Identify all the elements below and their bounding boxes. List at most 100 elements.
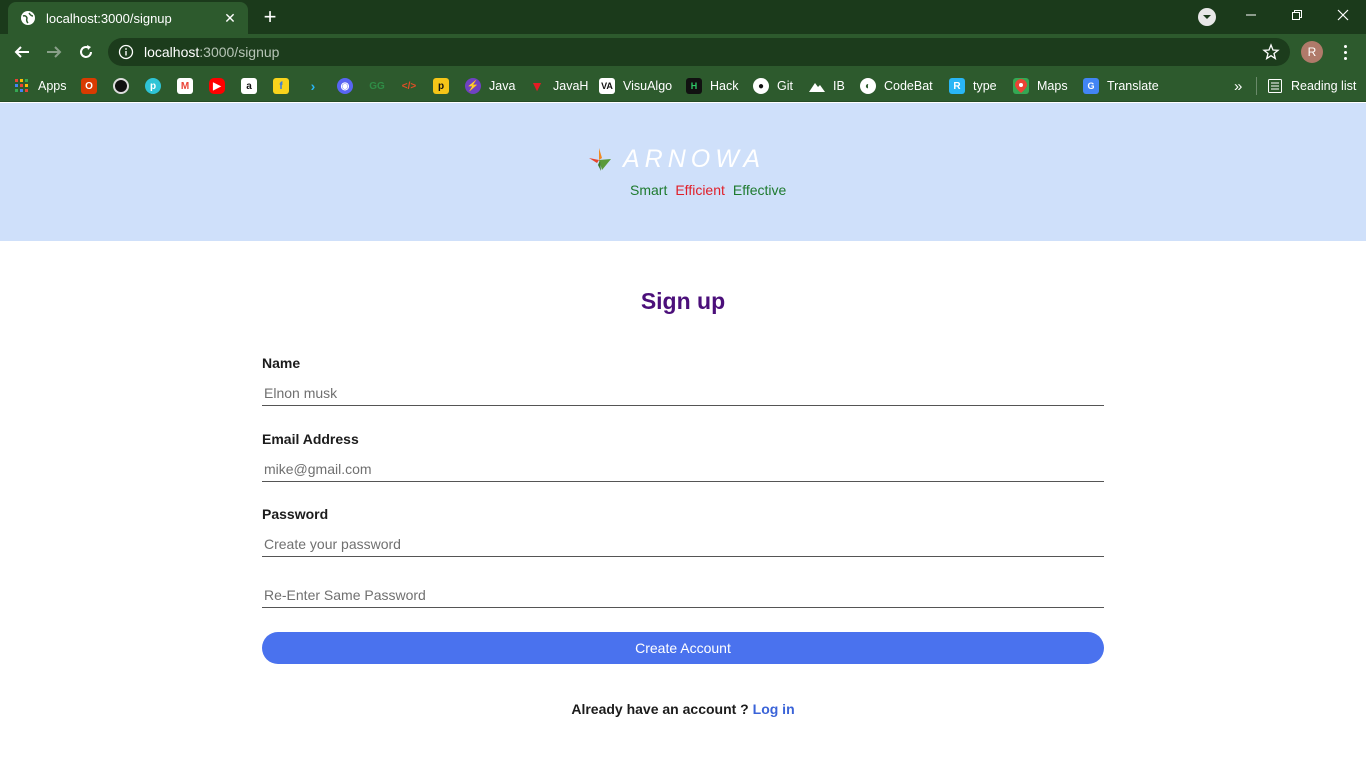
bookmark-tp-link[interactable]: p	[145, 75, 161, 97]
gmail-icon: M	[177, 78, 193, 94]
bookmark-flipkart[interactable]: f	[273, 75, 289, 97]
globe-icon	[20, 10, 36, 26]
bookmark-amazon[interactable]: a	[241, 75, 257, 97]
arnowa-logo-icon	[589, 148, 611, 171]
email-label: Email Address	[262, 431, 359, 447]
forward-arrow-icon[interactable]	[42, 40, 66, 64]
bookmark-label: type	[973, 79, 997, 93]
url-text: localhost:3000/signup	[144, 44, 279, 60]
bookmark-office[interactable]: O	[81, 75, 97, 97]
email-input[interactable]	[262, 456, 1104, 482]
bookmark-hack[interactable]: H Hack	[686, 75, 738, 97]
bookmark-label: Hack	[710, 79, 739, 93]
login-prompt: Already have an account ? Log in	[0, 701, 1366, 717]
bookmarks-bar: Apps O p M ▶ a f › ◉ GG </> p ⚡ Java ▼ J…	[0, 70, 1366, 102]
bookmark-translate[interactable]: G Translate	[1083, 75, 1159, 97]
bookmark-javah[interactable]: ▼ JavaH	[529, 75, 588, 97]
github-icon: ●	[753, 78, 769, 94]
tagline-smart: Smart	[630, 182, 668, 198]
bookmark-speedometer[interactable]	[113, 75, 129, 97]
reading-list-icon	[1267, 78, 1283, 94]
back-arrow-icon[interactable]	[10, 40, 34, 64]
password-input[interactable]	[262, 531, 1104, 557]
type-icon: R	[949, 78, 965, 94]
info-icon[interactable]	[118, 44, 134, 60]
bolt-icon: ⚡	[465, 78, 481, 94]
tab-search-icon[interactable]	[1198, 8, 1216, 26]
bookmark-label: VisuAlgo	[623, 79, 673, 93]
profile-avatar[interactable]: R	[1301, 41, 1323, 63]
bookmark-codebat[interactable]: ◐ CodeBat	[860, 75, 933, 97]
p-app-icon: p	[433, 78, 449, 94]
arrow-app-icon: ›	[310, 78, 316, 94]
amazon-icon: a	[241, 78, 257, 94]
browser-tab-strip: localhost:3000/signup ✕ +	[0, 0, 1366, 34]
bookmark-label: Translate	[1107, 79, 1159, 93]
maps-icon	[1013, 78, 1029, 94]
bookmark-apps[interactable]: Apps	[14, 75, 67, 97]
bookmark-gmail[interactable]: M	[177, 75, 193, 97]
browser-menu-icon[interactable]	[1336, 41, 1354, 63]
brand-name: ARNOWA	[623, 144, 766, 173]
bookmark-visualgo[interactable]: VA VisuAlgo	[599, 75, 672, 97]
more-bookmarks-button[interactable]: »	[1234, 75, 1242, 97]
youtube-icon: ▶	[209, 78, 225, 94]
bookmark-label: JavaH	[553, 79, 589, 93]
bookmark-p-app[interactable]: p	[433, 75, 449, 97]
confirm-password-input[interactable]	[262, 582, 1104, 608]
brand-logo[interactable]: ARNOWA	[587, 145, 765, 173]
restore-icon[interactable]	[1274, 0, 1320, 30]
reading-list-label: Reading list	[1291, 79, 1357, 93]
javah-icon: ▼	[530, 78, 544, 94]
close-tab-icon[interactable]: ✕	[222, 10, 238, 26]
brand-tagline: Smart Efficient Effective	[630, 182, 786, 198]
login-link[interactable]: Log in	[753, 701, 795, 717]
bookmark-geeksforgeeks[interactable]: GG	[369, 75, 385, 97]
close-window-icon[interactable]	[1320, 0, 1366, 30]
create-account-button[interactable]: Create Account	[262, 632, 1104, 664]
login-prompt-text: Already have an account ?	[571, 701, 749, 717]
new-tab-button[interactable]: +	[258, 4, 282, 29]
bookmark-ib[interactable]: IB	[809, 75, 845, 97]
hackerrank-icon: H	[686, 78, 702, 94]
globe-icon: ◐	[860, 78, 876, 94]
bookmark-label: Git	[777, 79, 793, 93]
geeksforgeeks-icon: GG	[369, 80, 385, 92]
speedometer-icon	[113, 78, 129, 94]
bookmark-star-icon[interactable]	[1262, 43, 1280, 61]
address-bar[interactable]: localhost:3000/signup	[108, 38, 1290, 66]
bookmark-maps[interactable]: Maps	[1013, 75, 1068, 97]
reading-list-button[interactable]: Reading list	[1267, 75, 1356, 97]
bookmark-youtube[interactable]: ▶	[209, 75, 225, 97]
bookmark-label: IB	[833, 79, 845, 93]
visualgo-icon: VA	[599, 78, 615, 94]
tagline-effective: Effective	[732, 182, 787, 198]
bookmark-git[interactable]: ● Git	[753, 75, 793, 97]
tagline-efficient: Efficient	[675, 182, 725, 198]
apps-grid-icon	[14, 78, 30, 94]
tp-link-icon: p	[145, 78, 161, 94]
url-host: localhost	[144, 44, 200, 60]
reload-icon[interactable]	[74, 40, 98, 64]
translate-icon: G	[1083, 78, 1099, 94]
tab-title: localhost:3000/signup	[46, 10, 172, 26]
bookmark-arrow-app[interactable]: ›	[305, 75, 321, 97]
page-title: Sign up	[640, 288, 726, 314]
bookmark-code-tags[interactable]: </>	[401, 75, 417, 97]
bookmark-label: Maps	[1037, 79, 1068, 93]
code-tags-icon: </>	[401, 80, 417, 92]
name-input[interactable]	[262, 380, 1104, 406]
bookmark-type[interactable]: R type	[949, 75, 997, 97]
office-icon: O	[81, 78, 97, 94]
minimize-icon[interactable]	[1228, 0, 1274, 30]
discord-icon: ◉	[337, 78, 353, 94]
url-path: :3000/signup	[199, 44, 280, 60]
bookmark-discord[interactable]: ◉	[337, 75, 353, 97]
bookmarks-divider	[1256, 77, 1257, 95]
bookmark-label: Java	[489, 79, 516, 93]
bookmark-java[interactable]: ⚡ Java	[465, 75, 515, 97]
bookmark-label: Apps	[38, 79, 67, 93]
name-label: Name	[262, 355, 301, 371]
mountain-icon	[809, 78, 825, 94]
browser-tab-active[interactable]: localhost:3000/signup ✕	[8, 2, 248, 34]
